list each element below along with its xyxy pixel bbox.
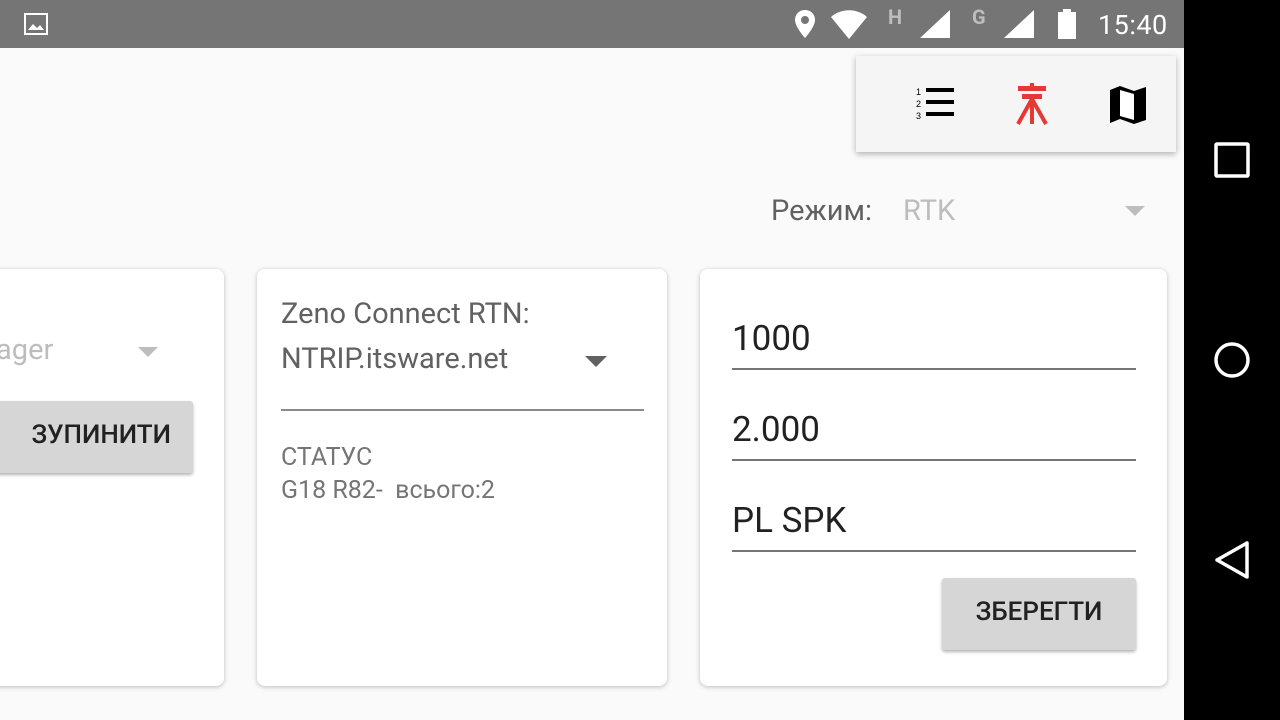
value-field-2[interactable]: 2.000 xyxy=(732,409,1136,461)
connection-card: nager ЗУПИНИТИ xyxy=(0,269,224,686)
value-field-1[interactable]: 1000 xyxy=(732,318,1136,370)
back-icon[interactable] xyxy=(1212,540,1252,580)
signal-icon xyxy=(920,10,950,38)
battery-icon xyxy=(1058,9,1076,39)
select-underline xyxy=(281,409,644,411)
image-notification-icon xyxy=(24,13,48,35)
stop-button[interactable]: ЗУПИНИТИ xyxy=(0,401,193,473)
location-icon xyxy=(795,10,815,38)
manager-select[interactable]: nager xyxy=(0,333,53,367)
clock: 15:40 xyxy=(1098,9,1168,41)
toolbar-menu: 1 2 3 xyxy=(856,56,1176,152)
field-underline xyxy=(732,368,1136,370)
status-label: СТАТУС xyxy=(281,443,373,472)
field-underline xyxy=(732,459,1136,461)
value-field-1-text: 1000 xyxy=(732,318,811,359)
status-value: G18 R82- всього:2 xyxy=(281,476,495,505)
app-content: 1 2 3 Режим: RTK nager ЗУПИНИТИ xyxy=(0,48,1184,720)
wifi-icon xyxy=(831,10,867,39)
mode-selector[interactable]: Режим: RTK xyxy=(771,192,1151,232)
source-label: Zeno Connect RTN: xyxy=(281,297,530,331)
mode-label: Режим: xyxy=(771,194,872,228)
map-icon[interactable] xyxy=(1104,80,1152,128)
chevron-down-icon[interactable] xyxy=(585,356,607,367)
mode-value[interactable]: RTK xyxy=(903,194,955,228)
source-select[interactable]: NTRIP.itsware.net xyxy=(281,342,508,376)
navigation-bar xyxy=(1184,0,1280,720)
status-bar: H G 15:40 xyxy=(0,0,1184,48)
field-underline xyxy=(732,550,1136,552)
recent-apps-icon[interactable] xyxy=(1212,140,1252,180)
svg-text:2: 2 xyxy=(916,99,921,109)
settings-card: 1000 2.000 PL SPK ЗБЕРЕГТИ xyxy=(700,269,1167,686)
chevron-down-icon[interactable] xyxy=(138,347,158,357)
numbered-list-icon[interactable]: 1 2 3 xyxy=(912,80,960,128)
save-button[interactable]: ЗБЕРЕГТИ xyxy=(942,578,1136,650)
value-field-2-text: 2.000 xyxy=(732,409,820,450)
value-field-3-text: PL SPK xyxy=(732,500,847,541)
network-type-label: H xyxy=(888,5,903,29)
svg-text:1: 1 xyxy=(916,87,921,97)
network-type-label-2: G xyxy=(972,5,986,29)
value-field-3[interactable]: PL SPK xyxy=(732,500,1136,552)
home-icon[interactable] xyxy=(1212,340,1252,380)
chevron-down-icon[interactable] xyxy=(1125,206,1145,216)
tripod-icon[interactable] xyxy=(1008,80,1056,128)
svg-text:3: 3 xyxy=(916,111,921,121)
signal-icon-2 xyxy=(1004,10,1034,38)
correction-source-card: Zeno Connect RTN: NTRIP.itsware.net СТАТ… xyxy=(257,269,667,686)
